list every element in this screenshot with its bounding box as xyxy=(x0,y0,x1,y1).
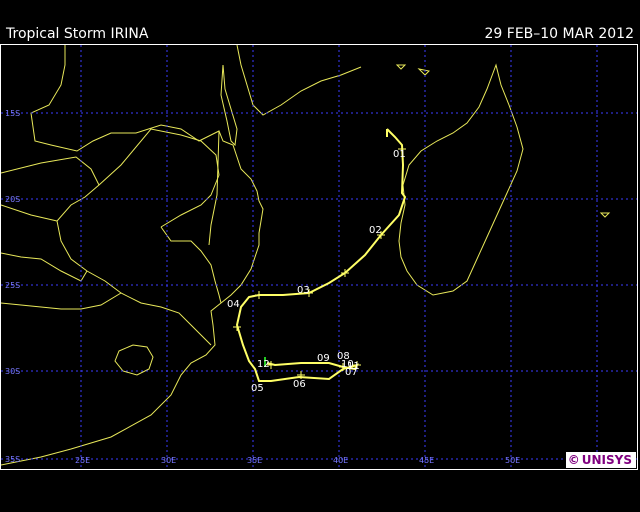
unisys-logo: © UNISYS xyxy=(565,452,636,468)
mozambique-north-border xyxy=(236,45,362,116)
track-position-marker xyxy=(255,291,263,299)
copyright-symbol: © xyxy=(567,453,580,467)
country-border-4 xyxy=(1,252,88,282)
country-border-2 xyxy=(1,204,58,222)
lon-label: 25E xyxy=(75,456,90,465)
lon-label: 30E xyxy=(161,456,176,465)
lake-malawi xyxy=(220,64,238,147)
date-range: 29 FEB–10 MAR 2012 xyxy=(484,26,635,42)
day-label: 05 xyxy=(251,383,264,394)
day-label: 12 xyxy=(257,359,270,370)
coastlines xyxy=(1,45,611,466)
lon-label: 50E xyxy=(505,456,520,465)
lat-label: 35S xyxy=(5,455,20,464)
map-frame: 15S 20S 25S 30S 35S 25E 30E 35E 40E 45E 50E 01 02 03… xyxy=(0,44,638,470)
lon-label: 35E xyxy=(247,456,262,465)
reunion xyxy=(599,212,611,218)
track-position-marker xyxy=(233,323,241,331)
lat-label: 20S xyxy=(5,195,20,204)
day-label: 09 xyxy=(317,353,330,364)
storm-title: Tropical Storm IRINA xyxy=(6,26,149,42)
logo-text: UNISYS xyxy=(581,453,632,467)
lat-label: 30S xyxy=(5,367,20,376)
storm-map: 15S 20S 25S 30S 35S 25E 30E 35E 40E 45E 50E 01 02 03… xyxy=(1,45,637,469)
lat-label: 25S xyxy=(5,281,20,290)
day-label: 01 xyxy=(393,149,406,160)
track-line xyxy=(235,128,407,382)
comoros-1 xyxy=(395,64,407,70)
africa-interior-border xyxy=(1,156,212,346)
country-border-1 xyxy=(98,128,220,228)
day-label: 04 xyxy=(227,299,240,310)
storm-track xyxy=(233,128,407,382)
day-label: 03 xyxy=(297,285,310,296)
country-border-3 xyxy=(160,226,222,304)
comoros-2 xyxy=(417,68,431,76)
lat-label: 15S xyxy=(5,109,20,118)
madagascar xyxy=(398,63,524,296)
track-day-labels: 0102030405 06070809101112 xyxy=(227,149,406,394)
day-label: 06 xyxy=(293,379,306,390)
day-label: 02 xyxy=(369,225,382,236)
lon-label: 45E xyxy=(419,456,434,465)
storm-track-screen: Tropical Storm IRINA 29 FEB–10 MAR 2012 xyxy=(0,0,640,512)
country-border-5 xyxy=(1,292,122,310)
lon-label: 40E xyxy=(333,456,348,465)
day-label: 11 xyxy=(347,361,360,372)
lat-lon-grid xyxy=(1,45,637,469)
